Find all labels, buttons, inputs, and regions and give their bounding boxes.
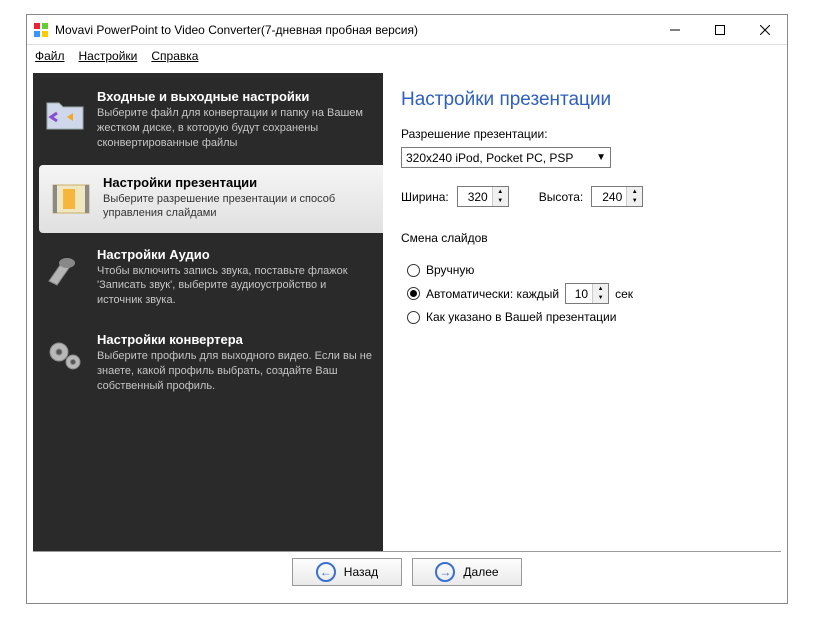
window-title: Movavi PowerPoint to Video Converter(7-д…	[55, 23, 652, 37]
sidebar-item-audio[interactable]: Настройки Аудио Чтобы включить запись зв…	[33, 237, 383, 319]
folder-icon	[41, 89, 89, 137]
chevron-down-icon: ▼	[596, 152, 606, 163]
menu-file[interactable]: Файл	[35, 49, 65, 63]
sidebar-item-converter[interactable]: Настройки конвертера Выберите профиль дл…	[33, 322, 383, 404]
next-label: Далее	[463, 565, 498, 579]
menu-settings[interactable]: Настройки	[79, 49, 138, 63]
height-stepper[interactable]: ▲▼	[591, 186, 643, 207]
arrow-right-icon: →	[435, 562, 455, 582]
arrow-left-icon: ←	[316, 562, 336, 582]
width-label: Ширина:	[401, 190, 449, 204]
client-area: Входные и выходные настройки Выберите фа…	[27, 67, 787, 597]
minimize-button[interactable]	[652, 15, 697, 44]
panel-heading: Настройки презентации	[401, 89, 765, 111]
sidebar-item-title: Настройки конвертера	[97, 332, 373, 347]
megaphone-icon	[41, 247, 89, 295]
gears-icon	[41, 332, 89, 380]
radio-icon	[407, 287, 420, 300]
next-button[interactable]: → Далее	[412, 558, 522, 586]
sidebar: Входные и выходные настройки Выберите фа…	[33, 73, 383, 551]
maximize-button[interactable]	[697, 15, 742, 44]
radio-label: Вручную	[426, 263, 474, 277]
resolution-label: Разрешение презентации:	[401, 127, 765, 141]
seconds-input[interactable]	[566, 284, 592, 303]
titlebar: Movavi PowerPoint to Video Converter(7-д…	[27, 15, 787, 45]
sidebar-item-presentation[interactable]: Настройки презентации Выберите разрешени…	[39, 165, 383, 233]
spinner-buttons[interactable]: ▲▼	[592, 284, 608, 303]
width-input[interactable]	[458, 187, 492, 206]
radio-label: Как указано в Вашей презентации	[426, 310, 616, 324]
sidebar-item-desc: Выберите разрешение презентации и способ…	[103, 192, 373, 222]
menu-help[interactable]: Справка	[151, 49, 198, 63]
seconds-stepper[interactable]: ▲▼	[565, 283, 609, 304]
slide-change-group: Вручную Автоматически: каждый ▲▼ сек Ка	[407, 263, 765, 324]
back-button[interactable]: ← Назад	[292, 558, 402, 586]
radio-icon	[407, 311, 420, 324]
sidebar-item-io[interactable]: Входные и выходные настройки Выберите фа…	[33, 79, 383, 161]
sidebar-item-title: Входные и выходные настройки	[97, 89, 373, 104]
app-icon	[33, 22, 49, 38]
radio-as-presentation[interactable]: Как указано в Вашей презентации	[407, 310, 765, 324]
resolution-dropdown[interactable]: 320x240 iPod, Pocket PC, PSP ▼	[401, 147, 611, 168]
radio-label: Автоматически: каждый	[426, 287, 559, 301]
back-label: Назад	[344, 565, 378, 579]
settings-panel: Настройки презентации Разрешение презент…	[383, 73, 783, 551]
radio-auto[interactable]: Автоматически: каждый ▲▼ сек	[407, 283, 765, 304]
slides-label: Смена слайдов	[401, 231, 765, 245]
seconds-suffix: сек	[615, 287, 633, 301]
filmstrip-icon	[47, 175, 95, 223]
sidebar-item-title: Настройки презентации	[103, 175, 373, 190]
radio-manual[interactable]: Вручную	[407, 263, 765, 277]
width-stepper[interactable]: ▲▼	[457, 186, 509, 207]
sidebar-item-desc: Выберите профиль для выходного видео. Ес…	[97, 349, 373, 394]
spinner-buttons[interactable]: ▲▼	[492, 187, 508, 206]
radio-icon	[407, 264, 420, 277]
wizard-body: Входные и выходные настройки Выберите фа…	[33, 73, 783, 551]
dropdown-value: 320x240 iPod, Pocket PC, PSP	[406, 151, 573, 165]
window-controls	[652, 15, 787, 44]
sidebar-item-desc: Чтобы включить запись звука, поставьте ф…	[97, 264, 373, 309]
height-label: Высота:	[539, 190, 584, 204]
app-window: Movavi PowerPoint to Video Converter(7-д…	[26, 14, 788, 604]
close-button[interactable]	[742, 15, 787, 44]
spinner-buttons[interactable]: ▲▼	[626, 187, 642, 206]
wizard-footer: ← Назад → Далее	[33, 551, 781, 591]
sidebar-item-title: Настройки Аудио	[97, 247, 373, 262]
menubar: Файл Настройки Справка	[27, 45, 787, 67]
sidebar-item-desc: Выберите файл для конвертации и папку на…	[97, 106, 373, 151]
height-input[interactable]	[592, 187, 626, 206]
